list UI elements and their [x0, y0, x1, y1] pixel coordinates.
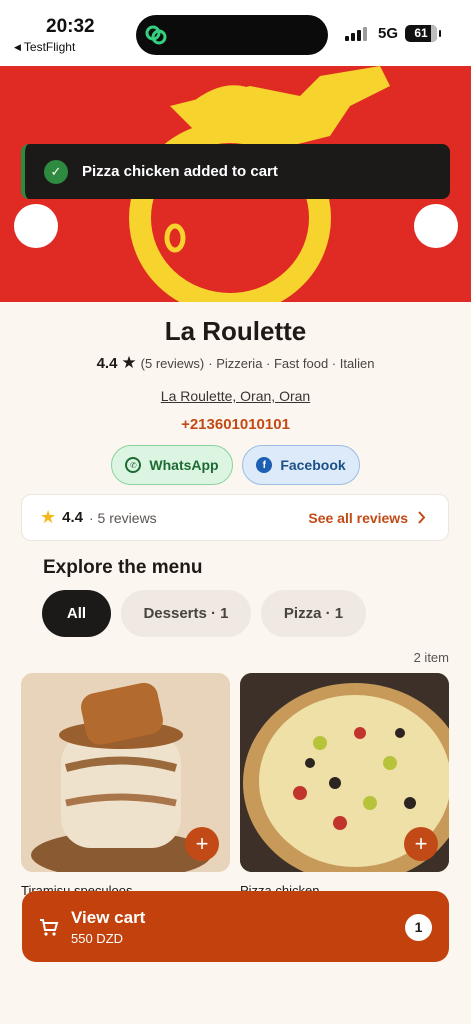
- dynamic-island: [136, 15, 328, 55]
- chevron-right-icon: [418, 511, 426, 524]
- see-all-reviews-link[interactable]: See all reviews: [308, 510, 426, 526]
- rating-value: 4.4: [96, 354, 118, 372]
- signal-icon: [345, 27, 367, 41]
- filter-pizza[interactable]: Pizza · 1: [261, 590, 366, 637]
- network-type: 5G: [378, 25, 399, 42]
- filter-desserts[interactable]: Desserts · 1: [121, 590, 251, 637]
- reviews-card: ★ 4.4 · 5 reviews See all reviews: [21, 494, 449, 541]
- star-icon: ★: [121, 353, 137, 372]
- reviews-count: (5 reviews): [140, 355, 205, 371]
- status-bar: 20:32 ◀ TestFlight 5G 61: [0, 0, 471, 66]
- island-app-icon: [145, 25, 167, 45]
- see-all-reviews-label: See all reviews: [308, 509, 408, 526]
- items-count: 2 item: [413, 650, 449, 665]
- restaurant-name: La Roulette: [164, 316, 307, 346]
- toast-message: Pizza chicken added to cart: [82, 163, 278, 180]
- whatsapp-icon: ✆: [125, 457, 142, 473]
- whatsapp-label: WhatsApp: [149, 457, 219, 473]
- facebook-button[interactable]: f Facebook: [242, 445, 360, 485]
- toast-notification: ✓ Pizza chicken added to cart: [21, 144, 450, 199]
- add-to-cart-button[interactable]: +: [185, 827, 219, 861]
- battery-icon: 61: [405, 25, 441, 42]
- back-app-label: TestFlight: [23, 40, 76, 54]
- back-to-app-link[interactable]: ◀ TestFlight: [14, 40, 75, 54]
- whatsapp-button[interactable]: ✆ WhatsApp: [111, 445, 233, 485]
- cart-total: 550 DZD: [71, 931, 124, 946]
- star-icon: ★: [40, 507, 57, 527]
- restaurant-categories: · Pizzeria · Fast food · Italien: [208, 355, 375, 371]
- share-button[interactable]: [414, 204, 458, 248]
- add-to-cart-button[interactable]: +: [404, 827, 438, 861]
- filter-all[interactable]: All: [42, 590, 111, 637]
- battery-level: 61: [414, 26, 428, 40]
- restaurant-phone-link[interactable]: +213601010101: [0, 416, 471, 433]
- status-time: 20:32: [46, 16, 95, 37]
- restaurant-meta: 4.4 ★ (5 reviews) · Pizzeria · Fast food…: [0, 353, 471, 373]
- back-arrow-icon: ◀: [14, 41, 21, 52]
- cart-icon: [40, 919, 59, 936]
- facebook-icon: f: [256, 457, 273, 473]
- cart-count-badge: 1: [405, 914, 432, 941]
- cart-title: View cart: [71, 908, 146, 927]
- restaurant-address-link[interactable]: La Roulette, Oran, Oran: [0, 388, 471, 404]
- check-icon: ✓: [44, 159, 68, 184]
- back-button[interactable]: [14, 204, 58, 248]
- view-cart-button[interactable]: View cart 550 DZD 1: [22, 891, 449, 962]
- facebook-label: Facebook: [280, 457, 346, 473]
- reviews-count: · 5 reviews: [89, 509, 157, 526]
- reviews-rating: 4.4: [62, 509, 83, 526]
- menu-heading: Explore the menu: [43, 557, 203, 578]
